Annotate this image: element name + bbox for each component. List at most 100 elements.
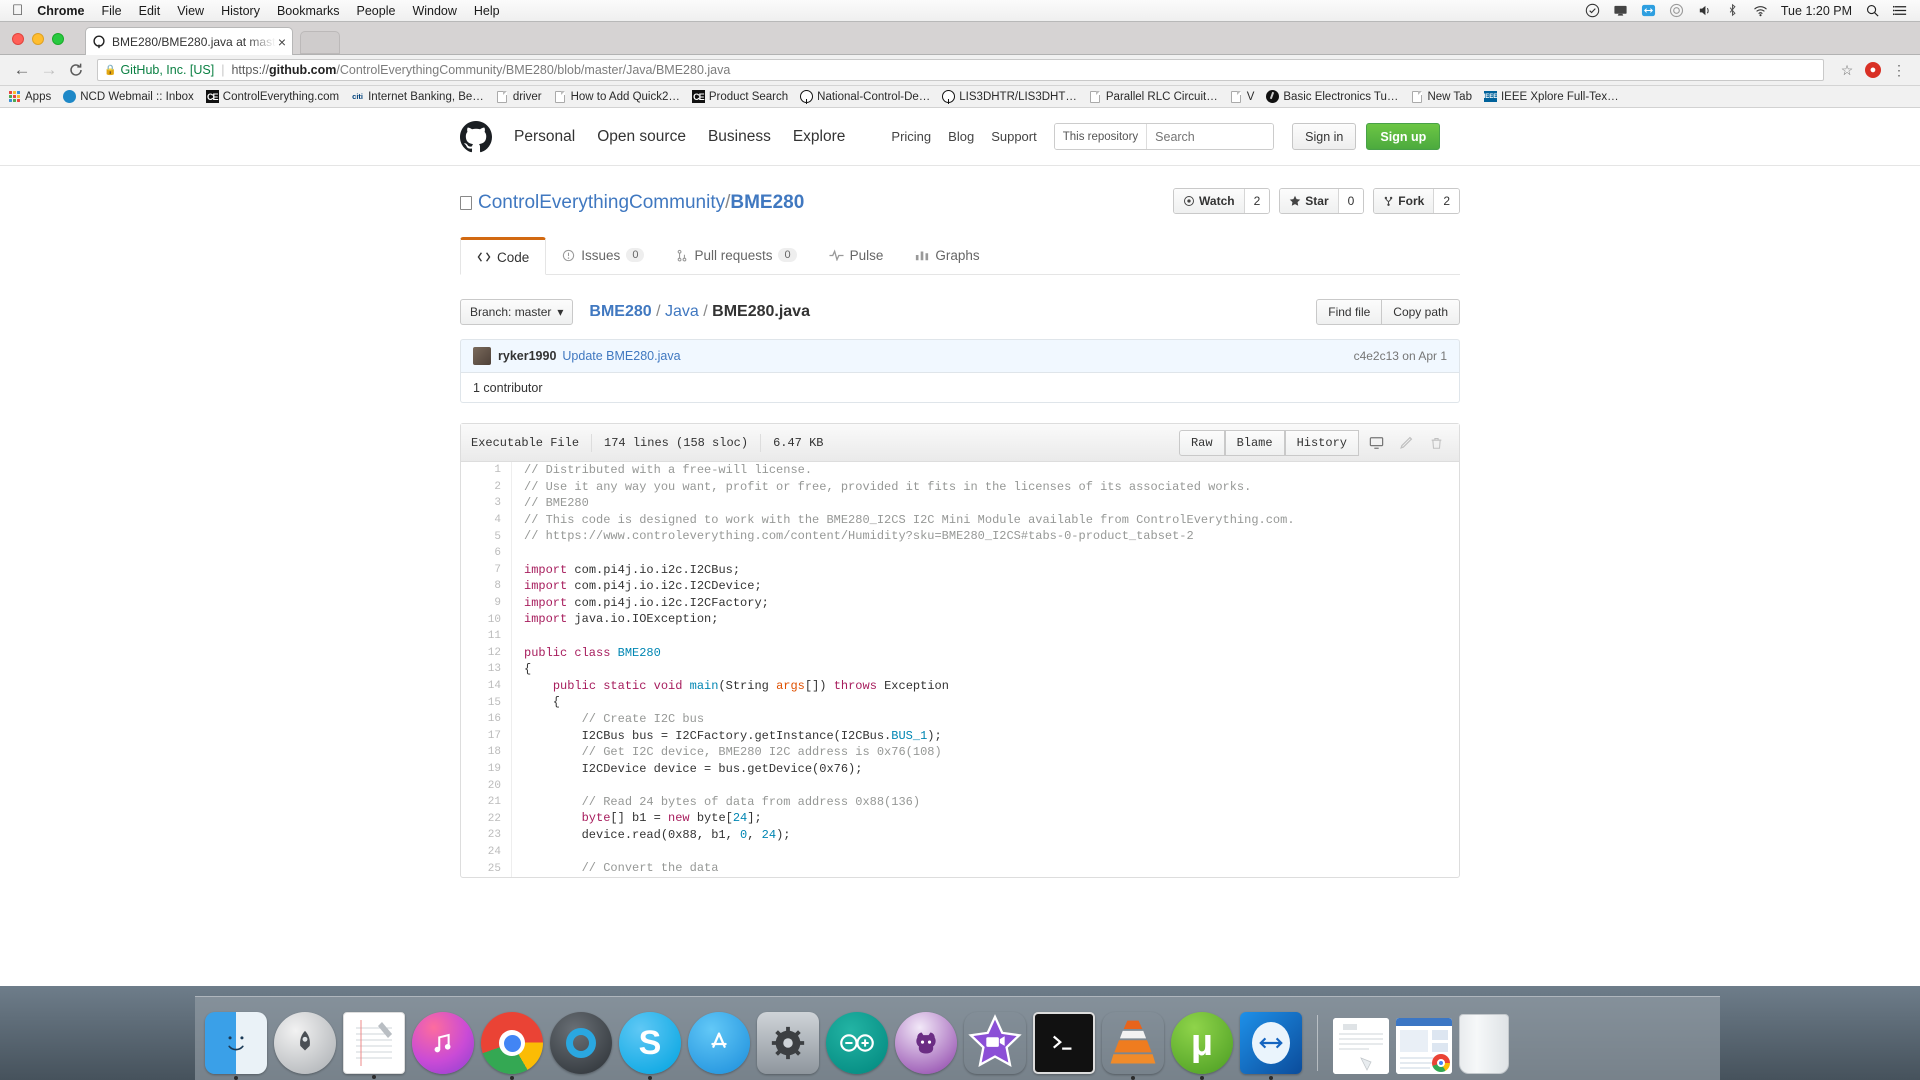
breadcrumb-dir-link[interactable]: Java — [665, 303, 699, 320]
nav-personal[interactable]: Personal — [514, 128, 575, 146]
octocat-logo-icon[interactable] — [460, 120, 492, 153]
line-number[interactable]: 12 — [461, 647, 511, 659]
trash-delete-icon[interactable] — [1423, 430, 1449, 456]
search-box[interactable]: This repository — [1053, 123, 1275, 150]
teamviewer-icon[interactable] — [1641, 3, 1656, 18]
nav-explore[interactable]: Explore — [793, 128, 846, 146]
line-number[interactable]: 14 — [461, 680, 511, 692]
contributors-count[interactable]: 1 contributor — [473, 381, 542, 395]
nav-support[interactable]: Support — [991, 129, 1037, 144]
spotlight-search-icon[interactable] — [1865, 3, 1880, 18]
raw-button[interactable]: Raw — [1178, 429, 1225, 456]
search-scope-label[interactable]: This repository — [1054, 124, 1148, 149]
dock-app-teamviewer[interactable] — [1240, 1012, 1302, 1080]
bookmark-item[interactable]: New Tab — [1410, 90, 1472, 103]
bookmark-item[interactable]: driver — [496, 90, 542, 103]
menu-bookmarks[interactable]: Bookmarks — [277, 4, 340, 18]
bookmark-item[interactable]: CE Product Search — [691, 90, 788, 103]
line-number[interactable]: 11 — [461, 630, 511, 642]
line-number[interactable]: 16 — [461, 713, 511, 725]
branch-selector-button[interactable]: Branch: master ▾ — [460, 299, 574, 325]
star-button[interactable]: Star 0 — [1279, 188, 1365, 214]
line-number[interactable]: 23 — [461, 829, 511, 841]
fork-button[interactable]: Fork 2 — [1373, 188, 1460, 214]
dock-trash-bin[interactable] — [1459, 1014, 1509, 1074]
minimize-window-button[interactable] — [32, 33, 44, 45]
dock-app-system-preferences[interactable] — [757, 1012, 819, 1074]
nav-open-source[interactable]: Open source — [597, 128, 686, 146]
avatar[interactable] — [473, 347, 491, 365]
line-number[interactable]: 7 — [461, 564, 511, 576]
window-controls[interactable] — [12, 33, 64, 45]
chrome-menu-button[interactable]: ⋮ — [1888, 59, 1910, 81]
bookmark-item[interactable]: citi Internet Banking, Be… — [351, 90, 484, 103]
line-number[interactable]: 1 — [461, 464, 511, 476]
back-button[interactable]: ← — [10, 58, 34, 82]
line-number[interactable]: 8 — [461, 580, 511, 592]
star-button-label[interactable]: Star — [1280, 189, 1338, 213]
display-icon[interactable] — [1613, 3, 1628, 18]
bookmark-item[interactable]: National-Control-De… — [800, 90, 930, 104]
tab-code[interactable]: Code — [460, 237, 547, 275]
tab-pulse[interactable]: Pulse — [813, 236, 900, 274]
watch-button[interactable]: Watch 2 — [1173, 188, 1271, 214]
line-number[interactable]: 10 — [461, 614, 511, 626]
notification-center-icon[interactable] — [1893, 3, 1908, 18]
dock-app-quicktime[interactable] — [550, 1012, 612, 1074]
menu-file[interactable]: File — [101, 4, 121, 18]
sign-in-button[interactable]: Sign in — [1292, 123, 1357, 150]
breadcrumb-repo-link[interactable]: BME280 — [589, 303, 651, 320]
nav-blog[interactable]: Blog — [948, 129, 974, 144]
history-button[interactable]: History — [1284, 429, 1359, 456]
dock-minimized-document-window[interactable] — [1333, 1018, 1389, 1074]
line-number[interactable]: 21 — [461, 796, 511, 808]
menu-edit[interactable]: Edit — [139, 4, 161, 18]
search-input[interactable] — [1147, 124, 1274, 149]
line-number[interactable]: 13 — [461, 663, 511, 675]
wifi-icon[interactable] — [1753, 3, 1768, 18]
line-number[interactable]: 19 — [461, 763, 511, 775]
dock-app-itunes[interactable] — [412, 1012, 474, 1074]
dock-app-utorrent[interactable]: µ — [1171, 1012, 1233, 1080]
bookmark-item[interactable]: IEEE IEEE Xplore Full-Tex… — [1483, 90, 1619, 103]
line-number[interactable]: 18 — [461, 746, 511, 758]
bookmark-item[interactable]: LIS3DHTR/LIS3DHT… — [942, 90, 1077, 104]
fork-button-label[interactable]: Fork — [1374, 189, 1434, 213]
bookmark-item[interactable]: Basic Electronics Tu… — [1266, 90, 1398, 103]
tab-pull-requests[interactable]: Pull requests 0 — [660, 236, 812, 274]
menu-help[interactable]: Help — [474, 4, 500, 18]
pencil-edit-icon[interactable] — [1393, 430, 1419, 456]
find-file-button[interactable]: Find file — [1316, 299, 1383, 325]
menu-history[interactable]: History — [221, 4, 260, 18]
checkmark-icon[interactable] — [1585, 3, 1600, 18]
commit-author[interactable]: ryker1990 — [498, 349, 556, 363]
close-tab-button[interactable]: × — [278, 34, 286, 50]
line-number[interactable]: 3 — [461, 497, 511, 509]
adblock-extension-icon[interactable]: ● — [1862, 59, 1884, 81]
creative-cloud-icon[interactable] — [1669, 3, 1684, 18]
bookmark-item[interactable]: V — [1230, 90, 1254, 103]
line-number[interactable]: 4 — [461, 514, 511, 526]
repo-owner-link[interactable]: ControlEverythingCommunity — [478, 192, 725, 213]
line-number[interactable]: 25 — [461, 863, 511, 875]
forward-button[interactable]: → — [37, 58, 61, 82]
watch-button-label[interactable]: Watch — [1174, 189, 1244, 213]
copy-path-button[interactable]: Copy path — [1382, 299, 1460, 325]
nav-pricing[interactable]: Pricing — [891, 129, 931, 144]
address-bar[interactable]: 🔒 GitHub, Inc. [US] | https://github.com… — [97, 59, 1824, 81]
line-number[interactable]: 5 — [461, 531, 511, 543]
repo-name-link[interactable]: BME280 — [730, 192, 804, 213]
new-tab-button[interactable] — [300, 31, 340, 54]
line-number[interactable]: 9 — [461, 597, 511, 609]
line-number[interactable]: 24 — [461, 846, 511, 858]
dock-app-arduino[interactable] — [826, 1012, 888, 1074]
volume-icon[interactable] — [1697, 3, 1712, 18]
dock-app-launchpad[interactable] — [274, 1012, 336, 1074]
line-number[interactable]: 17 — [461, 730, 511, 742]
dock-app-github-desktop[interactable] — [895, 1012, 957, 1074]
bookmark-item[interactable]: How to Add Quick2… — [554, 90, 680, 103]
sign-up-button[interactable]: Sign up — [1366, 123, 1441, 150]
bookmark-star-icon[interactable]: ☆ — [1836, 59, 1858, 81]
tab-graphs[interactable]: Graphs — [899, 236, 995, 274]
menu-view[interactable]: View — [177, 4, 204, 18]
